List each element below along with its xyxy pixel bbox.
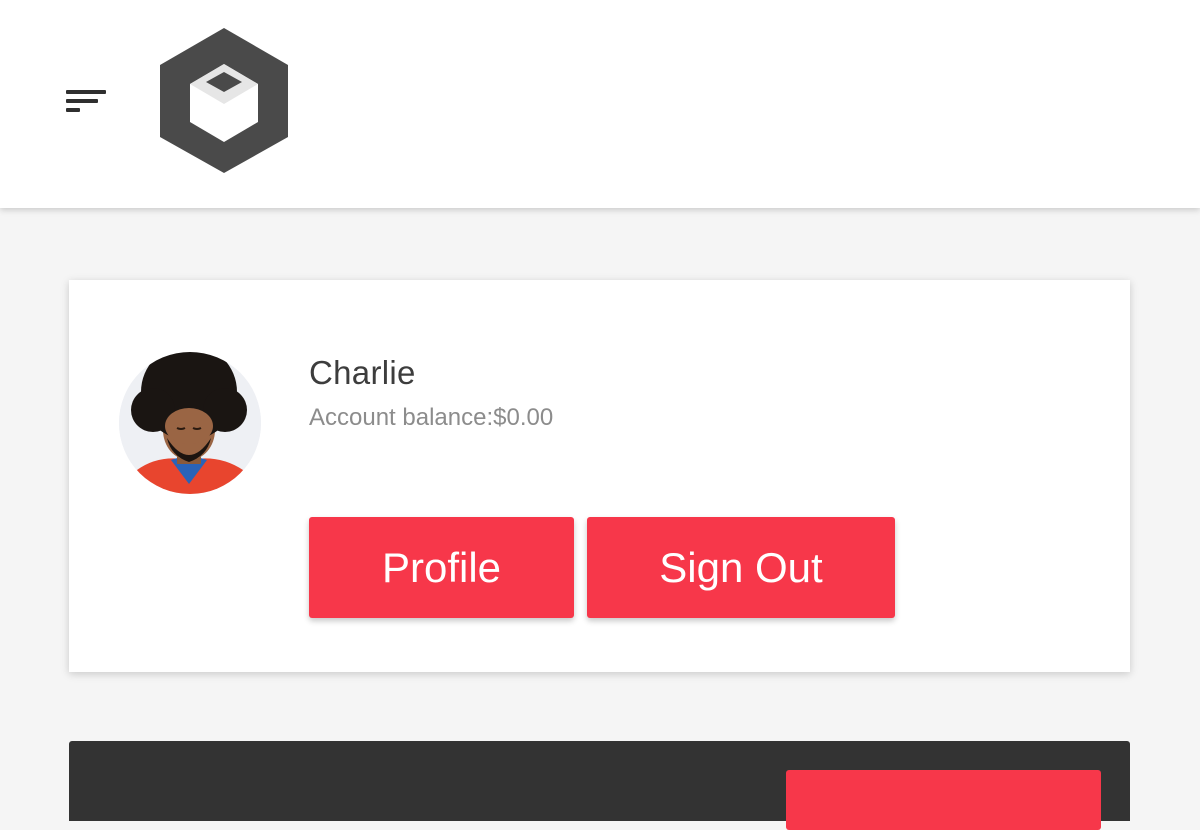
profile-button[interactable]: Profile — [309, 517, 574, 618]
hexagon-cube-logo-icon — [160, 28, 288, 173]
menu-line-bottom — [66, 108, 80, 112]
menu-line-top — [66, 90, 106, 94]
dark-panel-action-button[interactable] — [786, 770, 1101, 830]
account-balance: Account balance:$0.00 — [309, 404, 554, 431]
dark-panel — [69, 741, 1130, 830]
user-name: Charlie — [309, 354, 416, 391]
profile-button-label: Profile — [381, 543, 502, 591]
avatar — [119, 352, 261, 494]
profile-card: Charlie Account balance:$0.00 Profile Si… — [69, 280, 1130, 672]
menu-button[interactable] — [60, 82, 110, 122]
sign-out-button-label: Sign Out — [659, 543, 823, 591]
user-avatar-photo — [119, 352, 261, 494]
app-logo[interactable] — [158, 26, 290, 174]
sign-out-button[interactable]: Sign Out — [587, 517, 895, 618]
menu-line-middle — [66, 99, 98, 103]
top-header — [0, 0, 1200, 208]
